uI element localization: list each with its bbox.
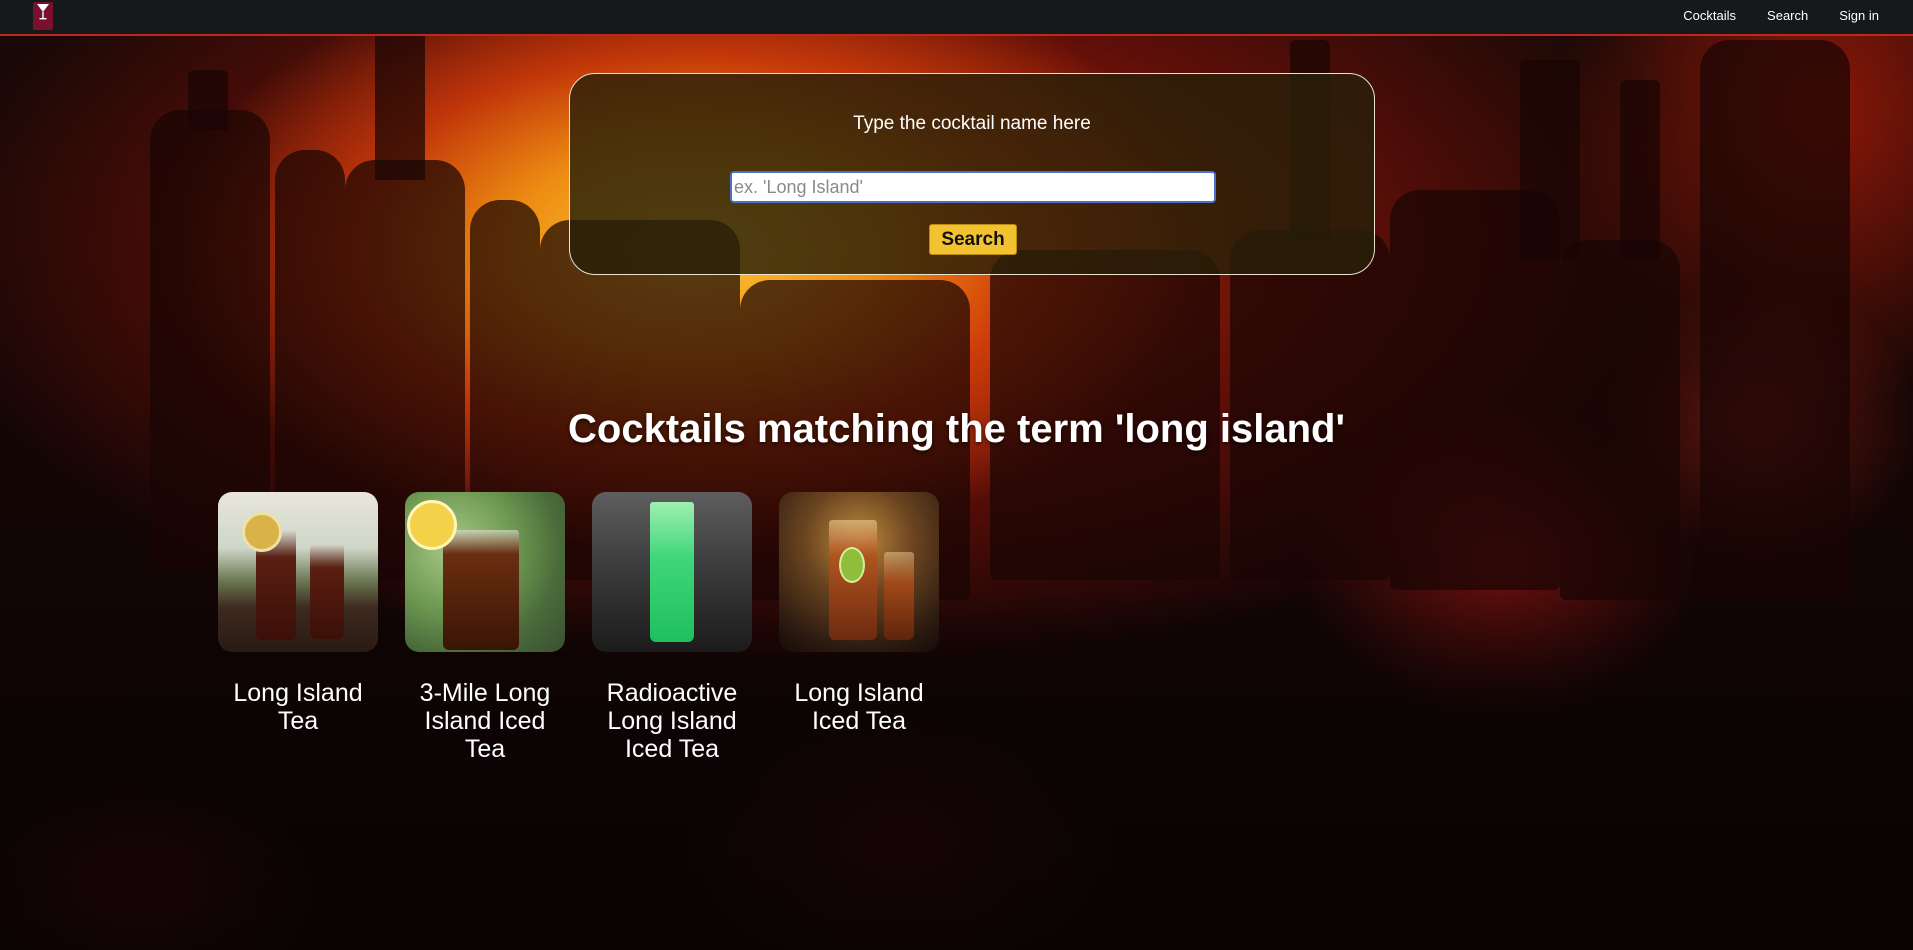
cocktail-search-input[interactable] (730, 171, 1216, 203)
results-grid: Long Island Tea 3-Mile Long Island Iced … (218, 492, 966, 763)
cocktail-card[interactable]: 3-Mile Long Island Iced Tea (405, 492, 565, 763)
search-prompt-label: Type the cocktail name here (853, 113, 1091, 134)
cocktail-thumbnail[interactable] (592, 492, 752, 652)
top-navbar: Cocktails Search Sign in (0, 0, 1913, 36)
cocktail-card[interactable]: Long Island Tea (218, 492, 378, 763)
cocktail-card[interactable]: Long Island Iced Tea (779, 492, 939, 763)
cocktail-glass-logo-icon[interactable] (33, 2, 53, 30)
nav-link-search[interactable]: Search (1767, 8, 1808, 23)
cocktail-name: 3-Mile Long Island Iced Tea (419, 679, 551, 763)
cocktail-name: Radioactive Long Island Iced Tea (606, 679, 738, 763)
cocktail-thumbnail[interactable] (405, 492, 565, 652)
cocktail-name: Long Island Iced Tea (794, 679, 924, 735)
results-heading: Cocktails matching the term 'long island… (568, 407, 1345, 451)
nav-link-sign-in[interactable]: Sign in (1839, 8, 1879, 23)
nav-links: Cocktails Search Sign in (1683, 0, 1913, 30)
search-button[interactable]: Search (929, 224, 1017, 255)
cocktail-name: Long Island Tea (233, 679, 363, 735)
cocktail-thumbnail[interactable] (779, 492, 939, 652)
cocktail-thumbnail[interactable] (218, 492, 378, 652)
cocktail-card[interactable]: Radioactive Long Island Iced Tea (592, 492, 752, 763)
nav-link-cocktails[interactable]: Cocktails (1683, 8, 1736, 23)
search-panel: Type the cocktail name here Search (569, 73, 1375, 275)
